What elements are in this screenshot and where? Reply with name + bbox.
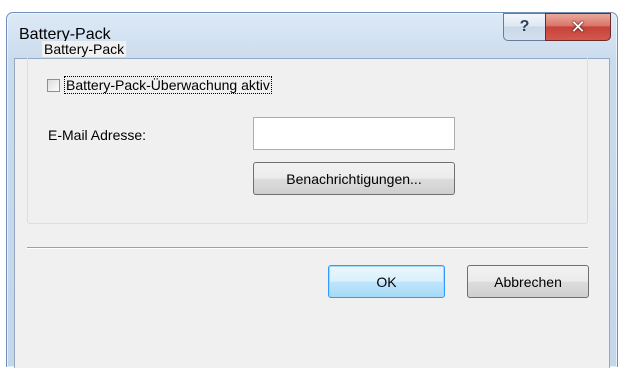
help-icon: ? (519, 18, 530, 35)
close-button[interactable]: ✕ (545, 13, 611, 41)
monitoring-checkbox-row[interactable]: Battery-Pack-Überwachung aktiv (47, 75, 272, 95)
close-icon: ✕ (570, 16, 586, 37)
cancel-button[interactable]: Abbrechen (467, 265, 589, 298)
monitoring-checkbox[interactable] (47, 78, 60, 92)
help-button[interactable]: ? (503, 13, 546, 41)
email-label: E-Mail Adresse: (48, 127, 147, 143)
ok-button[interactable]: OK (328, 265, 445, 298)
separator (27, 247, 588, 249)
monitoring-checkbox-label[interactable]: Battery-Pack-Überwachung aktiv (64, 76, 272, 94)
notifications-button[interactable]: Benachrichtigungen... (253, 162, 455, 195)
email-input[interactable] (253, 117, 455, 150)
groupbox-title: Battery-Pack (42, 41, 127, 57)
